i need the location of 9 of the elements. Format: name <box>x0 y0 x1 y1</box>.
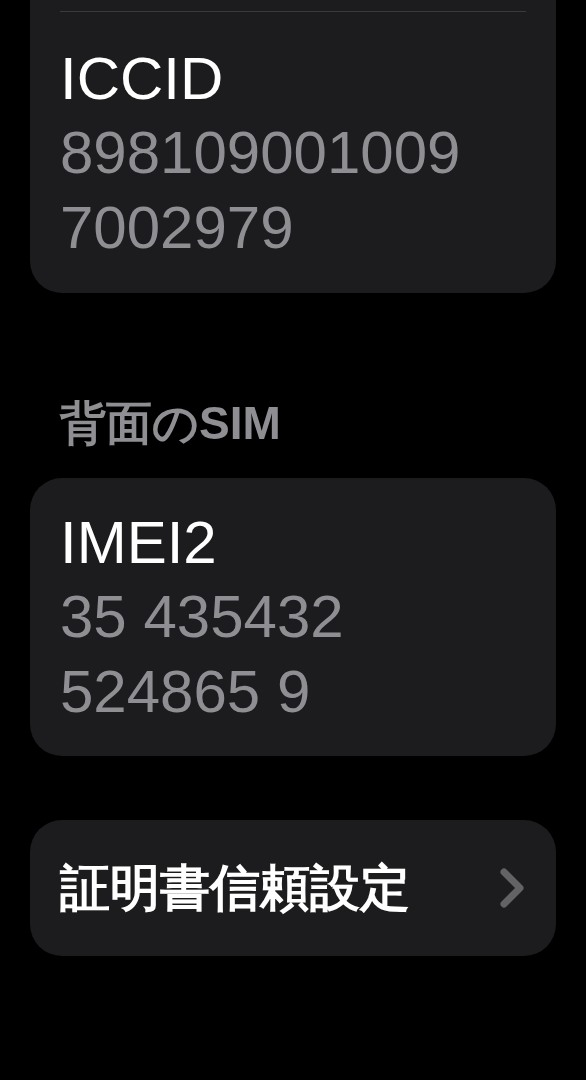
field-label: ICCID <box>60 44 225 114</box>
field-value: 524865 9 <box>60 657 312 727</box>
field-value: 35 435432 <box>60 582 345 652</box>
section-header: 背面のSIM <box>60 396 282 451</box>
field-value: 898109001009 <box>60 118 462 188</box>
chevron-right-icon <box>500 868 526 908</box>
field-label: IMEI2 <box>60 508 218 578</box>
field-value: 7002979 <box>60 193 295 263</box>
settings-row[interactable]: 証明書信頼設定 <box>30 820 556 956</box>
